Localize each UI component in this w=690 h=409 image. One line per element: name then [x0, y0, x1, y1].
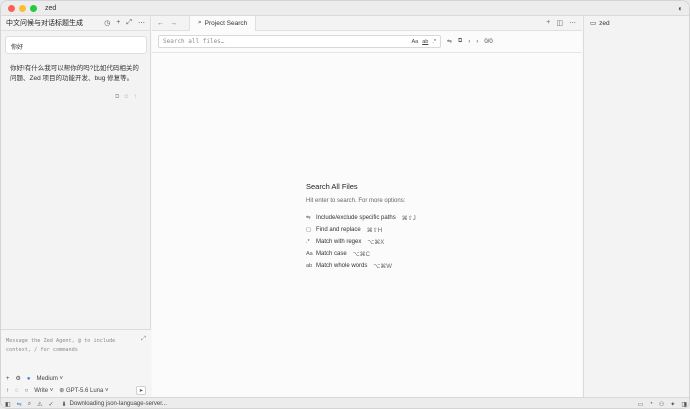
new-tab-icon[interactable]: +	[546, 19, 550, 27]
history-icon[interactable]: ◷	[104, 19, 110, 27]
option-label: Match whole words	[316, 263, 368, 269]
status-message[interactable]: ⬇ Downloading json-language-server...	[62, 401, 167, 408]
project-panel: ▭ zed	[583, 16, 689, 397]
status-bar: ◧ ⇋ ⌕ ⚠ ✓ ⬇ Downloading json-language-se…	[1, 397, 689, 408]
option-label: Match with regex	[316, 239, 362, 245]
search-empty-state: Search All Files Hit enter to search. Fo…	[306, 182, 416, 272]
thinking-icon[interactable]: ●	[27, 376, 31, 382]
option-shortcut: ⌥⌘X	[367, 239, 385, 246]
match-case-toggle[interactable]: Aa	[411, 39, 418, 45]
option-shortcut: ⌘⇧H	[366, 227, 383, 234]
include-exclude-icon: ⇋	[306, 215, 311, 221]
toggle-icon[interactable]: ○	[25, 388, 29, 394]
close-window-button[interactable]	[8, 4, 15, 12]
empty-hint: Hit enter to search. For more options:	[306, 198, 406, 204]
back-icon[interactable]: ←	[157, 20, 164, 27]
rate-icon[interactable]: ☺	[123, 94, 129, 101]
option-regex[interactable]: .* Match with regex ⌥⌘X	[306, 236, 416, 248]
replace-icon[interactable]: ⧉	[458, 38, 462, 45]
case-icon: Aa	[306, 251, 313, 257]
check-icon[interactable]: ✓	[48, 401, 53, 408]
copy-icon[interactable]: ⧉	[115, 94, 119, 101]
new-thread-icon[interactable]: +	[116, 19, 120, 27]
add-context-icon[interactable]: +	[6, 376, 10, 382]
window-controls	[8, 4, 37, 12]
regex-icon: .*	[306, 239, 310, 245]
project-root[interactable]: ▭ zed	[584, 16, 689, 30]
option-label: Include/exclude specific paths	[316, 215, 396, 221]
option-shortcut: ⌥⌘W	[373, 263, 392, 270]
expand-up-icon[interactable]: ↑	[6, 388, 9, 394]
option-match-case[interactable]: Aa Match case ⌥⌘C	[306, 248, 416, 260]
app-window: zed ◐ 中文问候与对话标题生成 ◷ + ⤢ ⋯ 你好 你好!有什么我可以帮你…	[0, 0, 690, 409]
thinking-level-label: Medium	[36, 375, 58, 382]
status-text: Downloading json-language-server...	[69, 401, 167, 407]
user-menu-icon[interactable]: ◐	[678, 4, 683, 13]
whole-word-icon: ab	[306, 263, 313, 269]
mode-select[interactable]: Write ˅	[34, 388, 53, 394]
tab-bar: ← → ⌕ Project Search + ◫ ⋯	[152, 15, 582, 31]
send-button[interactable]: ➤	[136, 386, 146, 395]
option-label: Find and replace	[316, 227, 361, 233]
model-select[interactable]: ⊛ GPT-5.6 Luna ˅	[59, 387, 108, 394]
notifications-icon[interactable]: ◔	[649, 401, 653, 408]
agent-header: 中文问候与对话标题生成 ◷ + ⤢ ⋯	[1, 16, 150, 31]
regex-toggle[interactable]: .*	[432, 39, 436, 45]
scroll-top-icon[interactable]: ↑	[133, 94, 136, 101]
project-root-label: zed	[599, 19, 610, 27]
toggle-left-dock-icon[interactable]: ◧	[5, 401, 11, 408]
thinking-level-select[interactable]: Medium ˅	[37, 376, 64, 382]
search-status-icon[interactable]: ⌕	[28, 401, 31, 408]
agent-panel: 中文问候与对话标题生成 ◷ + ⤢ ⋯ 你好 你好!有什么我可以帮你的吗?比如代…	[1, 16, 151, 397]
mode-label: Write	[34, 387, 49, 394]
assistant-reply: 你好!有什么我可以帮你的吗?比如代码相关的问题、Zed 项目的功能开发、bug …	[10, 65, 139, 82]
search-field[interactable]: Aa ab .*	[158, 35, 441, 48]
match-count: 0/0	[484, 38, 493, 45]
option-whole-words[interactable]: ab Match whole words ⌥⌘W	[306, 260, 416, 272]
composer-placeholder[interactable]: Message the Zed Agent, @ to include cont…	[6, 337, 134, 354]
next-match-icon[interactable]: ›	[476, 39, 478, 45]
editor-area: ← → ⌕ Project Search + ◫ ⋯ Aa ab .* ⇋	[152, 15, 582, 397]
collab-icon[interactable]: ⚇	[659, 401, 664, 408]
option-shortcut: ⌘⇧J	[401, 215, 416, 222]
diagnostics-icon[interactable]: ⚠	[37, 401, 42, 408]
more-icon[interactable]: ⋯	[138, 19, 145, 27]
tab-project-search[interactable]: ⌕ Project Search	[189, 15, 257, 31]
expand-editor-icon[interactable]: ⤢	[141, 336, 146, 343]
thread-title: 中文问候与对话标题生成	[6, 20, 83, 27]
agent-icon[interactable]: ⇋	[17, 401, 22, 408]
toggle-right-dock-icon[interactable]: ◨	[681, 401, 687, 408]
forward-icon[interactable]: →	[170, 20, 177, 27]
app-name: zed	[45, 4, 57, 12]
pane-more-icon[interactable]: ⋯	[569, 19, 576, 27]
search-bar: Aa ab .* ⇋ ⧉ ‹ › 0/0	[152, 31, 582, 53]
user-message[interactable]: 你好	[5, 36, 147, 54]
search-icon: ⌕	[198, 19, 202, 26]
split-pane-icon[interactable]: ◫	[556, 19, 563, 27]
zoom-window-button[interactable]	[30, 4, 37, 12]
option-include-exclude[interactable]: ⇋ Include/exclude specific paths ⌘⇧J	[306, 212, 416, 224]
maximize-icon[interactable]: ⤢	[126, 19, 132, 27]
whole-word-toggle[interactable]: ab	[422, 39, 428, 45]
loading-icon: ◌	[15, 387, 19, 394]
empty-title: Search All Files	[306, 182, 358, 191]
option-label: Match case	[316, 251, 347, 257]
model-label: GPT-5.6 Luna	[65, 388, 104, 394]
terminal-icon[interactable]: ▭	[638, 401, 644, 408]
download-icon: ⬇	[61, 401, 67, 408]
folder-icon: ▭	[590, 20, 597, 27]
option-find-replace[interactable]: ▢ Find and replace ⌘⇧H	[306, 224, 416, 236]
tab-label: Project Search	[204, 19, 248, 27]
minimize-window-button[interactable]	[19, 4, 26, 12]
replace-icon: ▢	[306, 227, 312, 233]
message-composer[interactable]: Message the Zed Agent, @ to include cont…	[1, 329, 151, 397]
filter-icon[interactable]: ⇋	[447, 38, 452, 45]
option-shortcut: ⌥⌘C	[352, 251, 370, 258]
title-bar: zed ◐	[1, 1, 689, 16]
settings-icon[interactable]: ⚙	[16, 375, 21, 382]
search-input[interactable]	[163, 38, 408, 45]
assistant-icon[interactable]: ✦	[670, 401, 675, 408]
prev-match-icon[interactable]: ‹	[468, 39, 470, 45]
